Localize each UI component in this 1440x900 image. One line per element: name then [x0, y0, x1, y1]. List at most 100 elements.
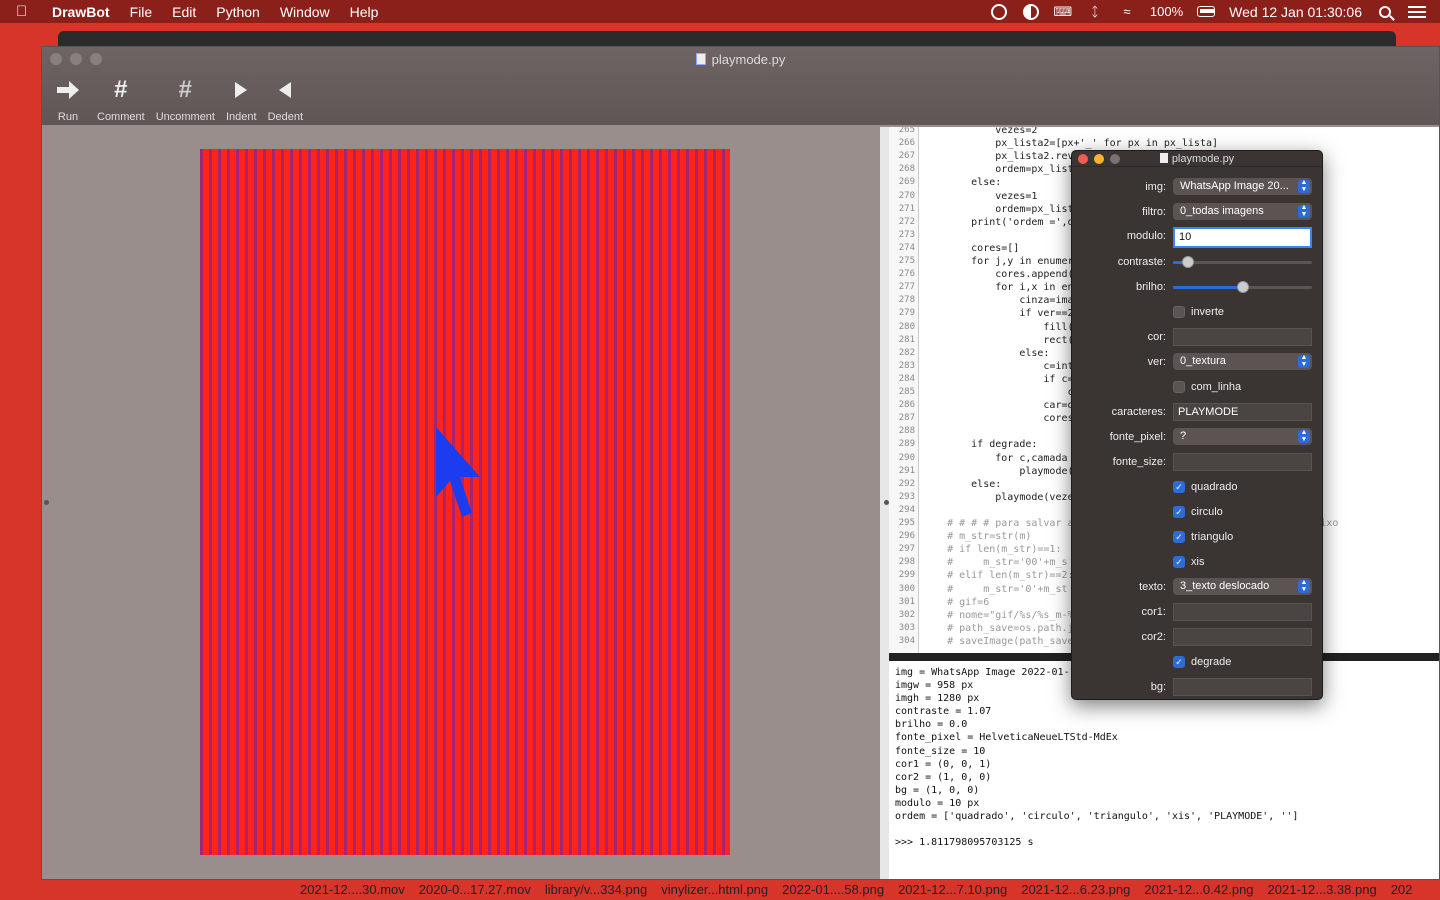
dark-mode-icon[interactable]	[1022, 3, 1040, 20]
desktop-file-label[interactable]: 2021-12...0.42.png	[1144, 882, 1253, 897]
ver-select[interactable]: 0_textura ▲ ▼	[1173, 353, 1312, 370]
menu-file[interactable]: File	[130, 4, 153, 20]
triangulo-checkbox[interactable]: ✓ triangulo	[1173, 531, 1233, 543]
control-center-icon[interactable]	[1408, 5, 1426, 19]
code-line[interactable]: px_lista2.rev	[923, 150, 1073, 163]
caracteres-input[interactable]: PLAYMODE	[1173, 403, 1312, 421]
battery-icon[interactable]	[1197, 5, 1216, 19]
img-select[interactable]: WhatsApp Image 20... ▲ ▼	[1173, 178, 1312, 195]
brilho-slider-knob[interactable]	[1237, 281, 1249, 293]
dedent-button[interactable]: Dedent	[265, 75, 306, 123]
code-line[interactable]: # saveImage(path_save	[923, 635, 1073, 648]
code-line[interactable]: # if len(m_str)==1:	[923, 543, 1061, 556]
code-line[interactable]: ordem=px_list	[923, 163, 1073, 176]
code-line[interactable]: # path_save=os.path.j	[923, 622, 1073, 635]
xis-checkbox[interactable]: ✓ xis	[1173, 556, 1204, 568]
circulo-checkbox[interactable]: ✓ circulo	[1173, 506, 1223, 518]
contraste-slider[interactable]	[1173, 256, 1312, 268]
code-line[interactable]: for i,x in en	[923, 281, 1073, 294]
menu-help[interactable]: Help	[350, 4, 379, 20]
code-line[interactable]: cinza=ima	[923, 294, 1073, 307]
menu-python[interactable]: Python	[216, 4, 260, 20]
panel-zoom-button[interactable]	[1110, 154, 1120, 164]
comment-button[interactable]: # Comment	[94, 75, 148, 123]
code-line[interactable]: # elif len(m_str)==2:	[923, 569, 1073, 582]
split-handle-left[interactable]	[44, 500, 49, 505]
checkmark-icon[interactable]: ✓	[1173, 531, 1185, 543]
code-line[interactable]: cores=[]	[923, 242, 1019, 255]
desktop-file-label[interactable]: vinylizer...html.png	[661, 882, 768, 897]
desktop-file-label[interactable]: library/v...334.png	[545, 882, 647, 897]
battery-percent[interactable]: 100%	[1150, 4, 1183, 19]
checkmark-icon[interactable]: ✓	[1173, 556, 1185, 568]
desktop-file-label[interactable]: 2020-0...17.27.mov	[419, 882, 531, 897]
code-line[interactable]: # m_str='00'+m_s	[923, 556, 1067, 569]
creative-cloud-icon[interactable]	[990, 3, 1008, 20]
code-line[interactable]: # m_str='0'+m_st	[923, 583, 1067, 596]
menu-edit[interactable]: Edit	[172, 4, 196, 20]
cor1-input[interactable]	[1173, 603, 1312, 621]
checkmark-icon[interactable]: ✓	[1173, 506, 1185, 518]
code-line[interactable]: playmode(veze	[923, 491, 1073, 504]
indent-button[interactable]: Indent	[223, 75, 260, 123]
fonte-pixel-select[interactable]: ? ▲ ▼	[1173, 428, 1312, 445]
code-line[interactable]: if degrade:	[923, 438, 1037, 451]
degrade-checkbox[interactable]: ✓ degrade	[1173, 656, 1231, 668]
code-line[interactable]: for c,camada	[923, 452, 1067, 465]
code-line[interactable]: c=int	[923, 360, 1073, 373]
quadrado-checkbox[interactable]: ✓ quadrado	[1173, 481, 1238, 493]
bg-input[interactable]	[1173, 678, 1312, 696]
checkmark-icon[interactable]: ✓	[1173, 656, 1185, 668]
cor-input[interactable]	[1173, 328, 1312, 346]
code-line[interactable]: fill(	[923, 321, 1073, 334]
code-line[interactable]: c	[923, 386, 1073, 399]
panel-close-button[interactable]	[1078, 154, 1088, 164]
code-line[interactable]: cores.append(	[923, 268, 1073, 281]
code-line[interactable]: else:	[923, 176, 1001, 189]
code-line[interactable]: ordem=px_list	[923, 203, 1073, 216]
com-linha-checkbox[interactable]: com_linha	[1173, 381, 1241, 393]
texto-select[interactable]: 3_texto deslocado ▲ ▼	[1173, 578, 1312, 595]
uncomment-button[interactable]: # Uncomment	[153, 75, 218, 123]
clock[interactable]: Wed 12 Jan 01:30:06	[1229, 4, 1362, 20]
code-line[interactable]: playmode(	[923, 465, 1073, 478]
menu-window[interactable]: Window	[280, 4, 330, 20]
code-line[interactable]: # m_str=str(m)	[923, 530, 1031, 543]
bluetooth-icon[interactable]: ᛨ	[1086, 4, 1104, 19]
code-line[interactable]: vezes=2	[923, 127, 1037, 137]
code-line[interactable]: rect(	[923, 334, 1073, 347]
code-line[interactable]: car=o	[923, 399, 1073, 412]
code-line[interactable]: if c=	[923, 373, 1073, 386]
desktop-file-label[interactable]: 2021-12...7.10.png	[898, 882, 1007, 897]
code-line[interactable]: # gif=6	[923, 596, 989, 609]
spotlight-search-icon[interactable]	[1376, 5, 1394, 19]
desktop-file-label[interactable]: 2022-01....58.png	[782, 882, 884, 897]
keyboard-icon[interactable]: ⌨	[1054, 4, 1073, 19]
contraste-slider-knob[interactable]	[1182, 256, 1194, 268]
code-line[interactable]: if ver==2	[923, 307, 1073, 320]
desktop-file-label[interactable]: 202	[1391, 882, 1413, 897]
code-line[interactable]: vezes=1	[923, 190, 1037, 203]
code-line[interactable]: cores	[923, 412, 1073, 425]
cor2-input[interactable]	[1173, 628, 1312, 646]
checkbox-box[interactable]	[1173, 306, 1185, 318]
panel-minimize-button[interactable]	[1094, 154, 1104, 164]
desktop-file-label[interactable]: 2021-12...6.23.png	[1021, 882, 1130, 897]
modulo-input[interactable]: 10	[1173, 227, 1312, 248]
checkbox-box[interactable]	[1173, 381, 1185, 393]
apple-icon[interactable]: 	[16, 3, 46, 20]
code-line[interactable]: # nome="gif/%s/%s_m-%	[923, 609, 1073, 622]
checkmark-icon[interactable]: ✓	[1173, 481, 1185, 493]
menu-app-name[interactable]: DrawBot	[52, 4, 110, 20]
wifi-icon[interactable]: ≈	[1118, 4, 1136, 19]
fonte-size-input[interactable]	[1173, 453, 1312, 471]
code-line[interactable]: px_lista2=[px+'_' for px in px_lista]	[923, 137, 1218, 150]
filtro-select[interactable]: 0_todas imagens ▲ ▼	[1173, 203, 1312, 220]
desktop-file-label[interactable]: 2021-12....30.mov	[300, 882, 405, 897]
code-line[interactable]: for j,y in enumer	[923, 255, 1073, 268]
code-line[interactable]: print('ordem =',o	[923, 216, 1073, 229]
run-button[interactable]: Run	[52, 75, 84, 123]
canvas-view[interactable]	[49, 127, 880, 879]
code-line[interactable]: else:	[923, 478, 1001, 491]
inverte-checkbox[interactable]: inverte	[1173, 306, 1224, 318]
